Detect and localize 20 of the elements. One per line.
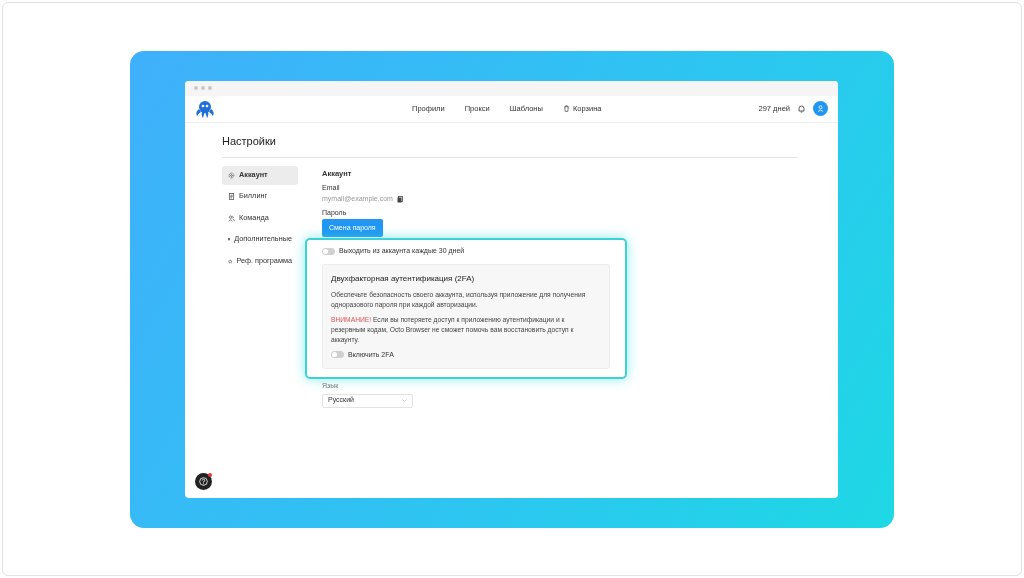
- help-button[interactable]: [195, 472, 212, 490]
- star-icon: [228, 257, 233, 265]
- people-icon: [228, 214, 235, 222]
- page-title: Настройки: [222, 132, 798, 158]
- user-icon: [817, 105, 824, 112]
- window-dot: [201, 86, 205, 90]
- toggle-switch[interactable]: [322, 248, 335, 255]
- receipt-icon: [228, 193, 235, 201]
- bell-icon[interactable]: [798, 104, 805, 113]
- toggle-switch[interactable]: [331, 351, 344, 359]
- gear-icon: [228, 171, 235, 179]
- question-icon: [199, 476, 208, 486]
- copy-icon[interactable]: [396, 195, 403, 203]
- avatar-button[interactable]: [813, 101, 828, 116]
- trash-icon: [562, 105, 570, 112]
- window-dot: [208, 86, 212, 90]
- panel-title: Двухфакторная аутентификация (2FA): [331, 272, 476, 285]
- chevron-down-icon: [402, 399, 407, 403]
- octopus-logo[interactable]: [195, 99, 215, 118]
- window-dot: [194, 86, 198, 90]
